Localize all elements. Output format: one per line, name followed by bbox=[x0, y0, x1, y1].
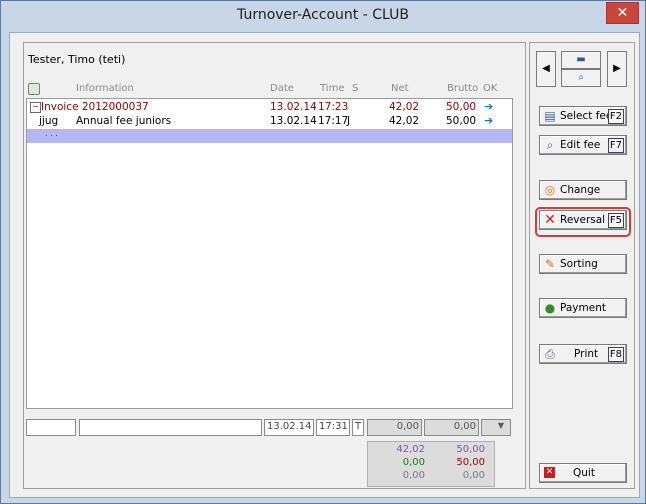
row-time: 17:23 bbox=[318, 101, 349, 113]
arrow-right-icon[interactable]: ➔ bbox=[484, 100, 493, 113]
col-header-date[interactable]: Date bbox=[270, 83, 294, 94]
row-time: 17:17 bbox=[318, 115, 349, 127]
row-code: jjug bbox=[39, 115, 59, 127]
record-navigator: ◀ ▬ ⌕ ▶ bbox=[535, 51, 629, 87]
total-brutto: 50,00 bbox=[456, 444, 485, 455]
ok-dropdown[interactable]: ▼ bbox=[481, 419, 511, 436]
total-brutto-paid: 50,00 bbox=[456, 457, 485, 468]
print-button[interactable]: ⎙ Print F8 bbox=[539, 344, 627, 364]
row-net: 42,02 bbox=[389, 115, 420, 127]
pencil-icon: ✎ bbox=[544, 257, 556, 271]
date-input[interactable]: 13.02.14 bbox=[264, 419, 314, 436]
col-header-ok[interactable]: OK bbox=[483, 83, 497, 94]
empty-row-placeholder: . . . bbox=[45, 129, 58, 138]
action-panel: ◀ ▬ ⌕ ▶ ▤ Select fee F2 ⌕ Edit fee F7 ◎ … bbox=[529, 42, 635, 489]
total-net: 42,02 bbox=[396, 444, 425, 455]
turnover-grid[interactable]: − Invoice 2012000037 13.02.14 17:23 42,0… bbox=[26, 98, 513, 409]
printer-icon: ⎙ bbox=[545, 347, 555, 361]
close-button[interactable]: ✕ bbox=[606, 2, 639, 24]
row-s: J bbox=[347, 115, 351, 127]
row-brutto: 50,00 bbox=[446, 101, 477, 113]
sorting-button[interactable]: ✎ Sorting bbox=[539, 254, 627, 274]
status-input[interactable]: T bbox=[352, 419, 364, 436]
total-brutto-open: 0,00 bbox=[462, 470, 485, 481]
net-input[interactable]: 0,00 bbox=[367, 419, 422, 436]
row-information: Annual fee juniors bbox=[76, 115, 172, 127]
brutto-input[interactable]: 0,00 bbox=[424, 419, 479, 436]
cross-icon: ✕ bbox=[544, 212, 556, 228]
col-header-information[interactable]: Information bbox=[76, 83, 134, 94]
selected-empty-row[interactable] bbox=[27, 129, 512, 143]
triangle-right-icon: ▶ bbox=[613, 63, 621, 74]
ring-icon: ◎ bbox=[544, 183, 556, 197]
payment-button[interactable]: ● Payment bbox=[539, 298, 627, 318]
col-header-time[interactable]: Time bbox=[320, 83, 344, 94]
col-header-s[interactable]: S bbox=[352, 83, 358, 94]
row-date: 13.02.14 bbox=[270, 101, 317, 113]
app-window: Turnover-Account - CLUB ✕ Tester, Timo (… bbox=[0, 0, 646, 504]
change-button[interactable]: ◎ Change bbox=[539, 180, 627, 200]
list-icon: ▬ bbox=[576, 54, 586, 65]
totals-box: 42,02 0,00 0,00 50,00 50,00 0,00 bbox=[367, 441, 495, 487]
reversal-button[interactable]: ✕ Reversal F5 bbox=[539, 210, 627, 230]
edit-fee-button[interactable]: ⌕ Edit fee F7 bbox=[539, 135, 627, 155]
magnifier-icon: ⌕ bbox=[546, 138, 554, 152]
collapse-all-icon[interactable] bbox=[28, 83, 40, 95]
coins-icon: ● bbox=[544, 301, 556, 315]
row-date: 13.02.14 bbox=[270, 115, 317, 127]
next-record-button[interactable]: ▶ bbox=[607, 51, 627, 87]
collapse-icon[interactable]: − bbox=[30, 102, 41, 113]
client-area: Tester, Timo (teti) Information Date Tim… bbox=[9, 32, 640, 498]
col-header-net[interactable]: Net bbox=[391, 83, 409, 94]
list-view-button[interactable]: ▬ bbox=[561, 51, 601, 69]
row-brutto: 50,00 bbox=[446, 115, 477, 127]
chevron-down-icon: ▼ bbox=[497, 421, 505, 430]
arrow-right-icon[interactable]: ➔ bbox=[484, 114, 493, 127]
title-bar: Turnover-Account - CLUB ✕ bbox=[1, 1, 645, 32]
magnifier-icon: ⌕ bbox=[578, 72, 584, 83]
member-name: Tester, Timo (teti) bbox=[28, 53, 126, 66]
information-input[interactable] bbox=[79, 419, 262, 436]
detail-view-button[interactable]: ⌕ bbox=[561, 69, 601, 87]
row-net: 42,02 bbox=[389, 101, 420, 113]
window-title: Turnover-Account - CLUB bbox=[237, 7, 409, 23]
exit-icon: ✕ bbox=[544, 467, 555, 478]
select-fee-button[interactable]: ▤ Select fee F2 bbox=[539, 106, 627, 126]
quit-button[interactable]: ✕ Quit bbox=[539, 463, 627, 483]
col-header-brutto[interactable]: Brutto bbox=[447, 83, 478, 94]
previous-record-button[interactable]: ◀ bbox=[536, 51, 556, 87]
triangle-left-icon: ◀ bbox=[542, 63, 550, 74]
invoice-label: Invoice 2012000037 bbox=[41, 101, 149, 113]
total-net-open: 0,00 bbox=[402, 470, 425, 481]
turnover-panel: Tester, Timo (teti) Information Date Tim… bbox=[23, 42, 526, 489]
time-input[interactable]: 17:31 bbox=[316, 419, 350, 436]
total-net-paid: 0,00 bbox=[402, 457, 425, 468]
list-icon: ▤ bbox=[544, 109, 556, 123]
code-input[interactable] bbox=[26, 419, 76, 436]
